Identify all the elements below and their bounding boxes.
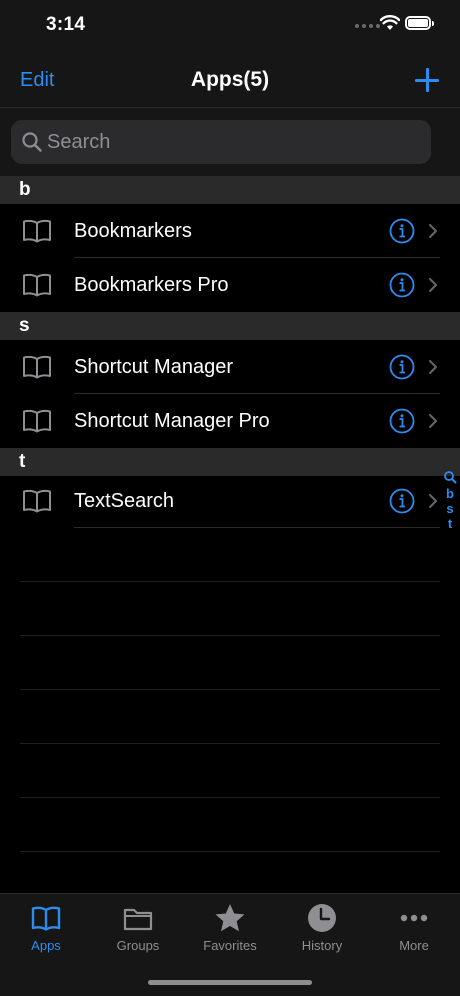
search-input[interactable]: Search bbox=[11, 120, 431, 164]
book-icon bbox=[31, 906, 61, 931]
folder-icon bbox=[123, 908, 153, 931]
section-header-t: t bbox=[0, 448, 460, 476]
search-icon bbox=[22, 132, 42, 152]
chevron-right-icon bbox=[428, 359, 438, 375]
clock-icon bbox=[308, 904, 336, 932]
info-icon[interactable] bbox=[389, 488, 415, 514]
tab-label: History bbox=[301, 938, 343, 953]
empty-row-separator bbox=[20, 689, 440, 690]
list-item-label: TextSearch bbox=[74, 490, 175, 512]
search-placeholder: Search bbox=[47, 131, 111, 153]
chevron-right-icon bbox=[428, 493, 438, 509]
section-header-s: s bbox=[0, 312, 460, 340]
star-icon bbox=[215, 904, 245, 932]
chevron-right-icon bbox=[428, 223, 438, 239]
book-icon bbox=[23, 489, 51, 513]
empty-row-separator bbox=[20, 581, 440, 582]
wifi-icon bbox=[380, 15, 400, 30]
list-item-label: Shortcut Manager bbox=[74, 356, 233, 378]
list-item[interactable]: Bookmarkers bbox=[0, 204, 440, 258]
list-item[interactable]: Shortcut Manager bbox=[0, 340, 440, 394]
tab-label: More bbox=[399, 938, 429, 953]
page-title: Apps(5) bbox=[190, 68, 270, 91]
book-icon bbox=[23, 219, 51, 243]
home-indicator bbox=[148, 980, 312, 985]
list-item[interactable]: Shortcut Manager Pro bbox=[0, 394, 440, 448]
search-icon[interactable] bbox=[443, 470, 457, 484]
search-container: Search bbox=[0, 108, 460, 176]
list-item[interactable]: TextSearch bbox=[0, 474, 440, 528]
section-header-b: b bbox=[0, 176, 460, 204]
tab-more[interactable]: More bbox=[368, 902, 460, 964]
status-bar: 3:14 bbox=[0, 0, 460, 52]
signal-dots-icon bbox=[355, 24, 380, 28]
empty-row-separator bbox=[20, 797, 440, 798]
chevron-right-icon bbox=[428, 277, 438, 293]
row-separator bbox=[74, 527, 440, 528]
info-icon[interactable] bbox=[389, 218, 415, 244]
tab-label: Apps bbox=[31, 938, 61, 953]
section-header-label: t bbox=[19, 451, 26, 472]
status-time: 3:14 bbox=[46, 14, 86, 35]
book-icon bbox=[23, 273, 51, 297]
tab-favorites[interactable]: Favorites bbox=[184, 902, 276, 964]
tab-label: Favorites bbox=[203, 938, 257, 953]
chevron-right-icon bbox=[428, 413, 438, 429]
section-index[interactable]: b s t bbox=[443, 470, 457, 531]
empty-row-separator bbox=[20, 851, 440, 852]
add-icon[interactable] bbox=[412, 65, 442, 95]
info-icon[interactable] bbox=[389, 408, 415, 434]
list-item-label: Shortcut Manager Pro bbox=[74, 410, 270, 432]
info-icon[interactable] bbox=[389, 354, 415, 380]
empty-row-separator bbox=[20, 635, 440, 636]
battery-icon bbox=[405, 16, 434, 30]
tab-apps[interactable]: Apps bbox=[0, 902, 92, 964]
navigation-bar: Edit Apps(5) bbox=[0, 52, 460, 108]
book-icon bbox=[23, 409, 51, 433]
book-icon bbox=[23, 355, 51, 379]
section-header-label: b bbox=[19, 179, 31, 200]
list-item-label: Bookmarkers Pro bbox=[74, 274, 229, 296]
tab-groups[interactable]: Groups bbox=[92, 902, 184, 964]
tab-history[interactable]: History bbox=[276, 902, 368, 964]
tab-label: Groups bbox=[116, 938, 160, 953]
info-icon[interactable] bbox=[389, 272, 415, 298]
section-header-label: s bbox=[19, 315, 30, 336]
index-s[interactable]: s bbox=[443, 501, 457, 516]
list-item[interactable]: Bookmarkers Pro bbox=[0, 258, 440, 312]
list-item-label: Bookmarkers bbox=[74, 220, 192, 242]
index-t[interactable]: t bbox=[443, 516, 457, 531]
empty-row-separator bbox=[20, 743, 440, 744]
index-b[interactable]: b bbox=[443, 486, 457, 501]
ellipsis-icon bbox=[400, 914, 428, 922]
